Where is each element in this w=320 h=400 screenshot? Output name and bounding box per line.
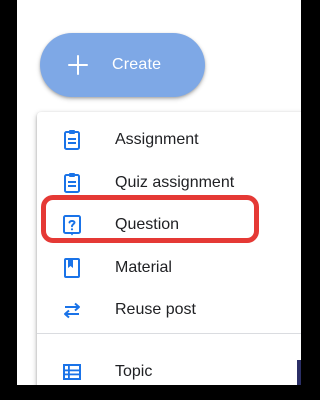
menu-item-quiz-assignment[interactable]: Quiz assignment <box>37 162 301 204</box>
create-button-label: Create <box>112 56 162 73</box>
menu-item-label: Assignment <box>115 131 199 148</box>
menu-divider <box>37 333 301 334</box>
menu-item-assignment[interactable]: Assignment <box>37 119 301 161</box>
create-menu: Assignment Quiz assignment Question Mate… <box>37 112 301 385</box>
menu-item-reuse-post[interactable]: Reuse post <box>37 289 301 331</box>
menu-item-label: Topic <box>115 363 153 380</box>
menu-item-label: Question <box>115 216 180 233</box>
menu-item-topic[interactable]: Topic <box>37 351 301 385</box>
menu-item-material[interactable]: Material <box>37 247 301 289</box>
menu-item-label: Material <box>115 259 172 276</box>
classwork-panel: Create Assignment Quiz assignment Questi… <box>17 0 301 385</box>
clipboard-quiz-icon <box>64 173 80 193</box>
clipboard-assignment-icon <box>64 130 80 150</box>
repeat-arrows-icon <box>64 302 80 319</box>
create-button[interactable]: Create <box>40 33 205 97</box>
menu-item-label: Reuse post <box>115 301 196 318</box>
bottom-border <box>0 385 304 400</box>
question-box-icon <box>63 215 81 236</box>
topic-list-icon <box>63 364 81 380</box>
bookmark-material-icon <box>64 258 80 278</box>
plus-icon <box>66 53 90 77</box>
menu-item-question[interactable]: Question <box>37 204 301 246</box>
background-edge <box>297 360 301 385</box>
menu-item-label: Quiz assignment <box>115 174 235 191</box>
